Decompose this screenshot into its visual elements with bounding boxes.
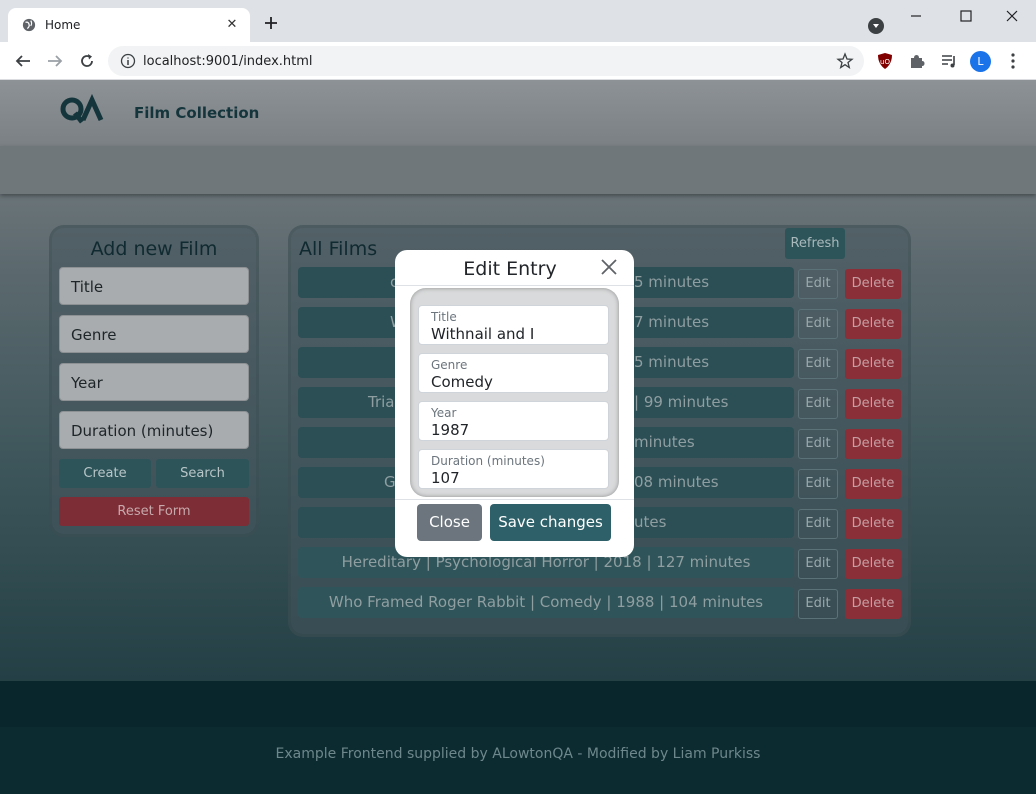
film-row-text: 5 minutes [634, 273, 710, 291]
back-arrow-icon[interactable] [14, 52, 32, 70]
field-value: Withnail and I [431, 325, 535, 343]
browser-tab-home[interactable]: Home ✕ [8, 8, 250, 42]
film-row-text: utes [634, 513, 667, 531]
menu-dots-icon[interactable] [1008, 52, 1018, 70]
brand-title[interactable]: Film Collection [134, 104, 259, 122]
edit-button[interactable]: Edit [798, 469, 838, 499]
globe-icon [22, 18, 36, 32]
film-row-prefix: Tria [368, 393, 395, 411]
delete-button[interactable]: Delete [845, 549, 901, 579]
delete-button[interactable]: Delete [845, 269, 901, 299]
create-button[interactable]: Create [59, 459, 151, 488]
film-row-text: | 99 minutes [634, 393, 729, 411]
all-films-heading: All Films [299, 238, 378, 260]
footer-credit: Example Frontend supplied by ALowtonQA -… [275, 746, 761, 762]
edit-button[interactable]: Edit [798, 349, 838, 379]
url-text: localhost:9001/index.html [143, 54, 313, 69]
film-row-text: minutes [634, 433, 695, 451]
field-label: Genre [431, 358, 468, 372]
delete-button[interactable]: Delete [845, 589, 901, 619]
media-queue-icon[interactable] [940, 52, 958, 70]
film-row-prefix: G [384, 473, 396, 491]
modal-title: Edit Entry [463, 258, 557, 280]
title-input[interactable]: Title [59, 267, 249, 305]
window-close-icon[interactable] [1002, 6, 1022, 26]
ublock-shield-icon[interactable]: uO [876, 52, 894, 70]
forward-arrow-icon[interactable] [46, 52, 64, 70]
field-label: Year [431, 406, 457, 420]
qa-logo[interactable] [60, 94, 104, 128]
edit-year-field[interactable]: Year 1987 [418, 401, 609, 441]
svg-text:uO: uO [880, 58, 890, 66]
field-label: Title [431, 310, 457, 324]
edit-genre-field[interactable]: Genre Comedy [418, 353, 609, 393]
edit-button[interactable]: Edit [798, 589, 838, 619]
star-icon[interactable] [836, 52, 854, 70]
edit-button[interactable]: Edit [798, 429, 838, 459]
extensions-puzzle-icon[interactable] [908, 52, 926, 70]
film-row-text: 7 minutes [634, 313, 710, 331]
edit-button[interactable]: Edit [798, 509, 838, 539]
search-button[interactable]: Search [156, 459, 249, 488]
delete-button[interactable]: Delete [845, 469, 901, 499]
year-input[interactable]: Year [59, 363, 249, 401]
plus-icon[interactable] [262, 14, 280, 32]
edit-entry-modal: Edit Entry Title Withnail and I Genre Co… [395, 250, 634, 557]
film-row-text: 5 minutes [634, 353, 710, 371]
edit-button[interactable]: Edit [798, 269, 838, 299]
film-row-text: Who Framed Roger Rabbit | Comedy | 1988 … [328, 593, 764, 611]
edit-button[interactable]: Edit [798, 389, 838, 419]
modal-close-button[interactable]: Close [417, 504, 482, 541]
footer-top-bar [0, 681, 1036, 727]
field-value: 1987 [431, 421, 470, 439]
delete-button[interactable]: Delete [845, 509, 901, 539]
footer: Example Frontend supplied by ALowtonQA -… [0, 727, 1036, 794]
modal-header-divider [395, 285, 634, 286]
add-film-heading: Add new Film [90, 238, 218, 260]
tab-search-icon[interactable] [868, 18, 884, 34]
edit-button[interactable]: Edit [798, 549, 838, 579]
film-row-text: 08 minutes [634, 473, 719, 491]
delete-button[interactable]: Delete [845, 349, 901, 379]
modal-form: Title Withnail and I Genre Comedy Year 1… [410, 288, 619, 497]
maximize-icon[interactable] [956, 6, 976, 26]
reload-icon[interactable] [78, 52, 96, 70]
browser-toolbar: localhost:9001/index.html uO L [0, 42, 1036, 80]
edit-duration-field[interactable]: Duration (minutes) 107 [418, 449, 609, 489]
save-changes-button[interactable]: Save changes [490, 504, 611, 541]
minimize-icon[interactable] [906, 6, 926, 26]
address-bar[interactable]: localhost:9001/index.html [108, 46, 864, 76]
browser-tabstrip: Home ✕ [0, 0, 1036, 42]
reset-form-button[interactable]: Reset Form [59, 497, 249, 526]
edit-button[interactable]: Edit [798, 309, 838, 339]
profile-avatar[interactable]: L [970, 51, 991, 72]
close-icon[interactable] [599, 257, 619, 277]
genre-input[interactable]: Genre [59, 315, 249, 353]
close-icon[interactable]: ✕ [224, 17, 240, 33]
delete-button[interactable]: Delete [845, 389, 901, 419]
film-row: Who Framed Roger Rabbit | Comedy | 1988 … [298, 587, 794, 618]
field-value: Comedy [431, 373, 493, 391]
sub-navbar [0, 146, 1036, 194]
add-film-panel: Add new Film Title Genre Year Duration (… [52, 228, 256, 534]
field-label: Duration (minutes) [431, 454, 545, 468]
tab-title: Home [45, 18, 81, 32]
refresh-button[interactable]: Refresh [785, 228, 845, 259]
edit-title-field[interactable]: Title Withnail and I [418, 305, 609, 345]
field-value: 107 [431, 469, 460, 487]
delete-button[interactable]: Delete [845, 429, 901, 459]
duration-input[interactable]: Duration (minutes) [59, 411, 249, 449]
navbar: Film Collection [0, 80, 1036, 146]
delete-button[interactable]: Delete [845, 309, 901, 339]
modal-footer-divider [395, 499, 634, 500]
info-icon[interactable] [120, 53, 136, 69]
